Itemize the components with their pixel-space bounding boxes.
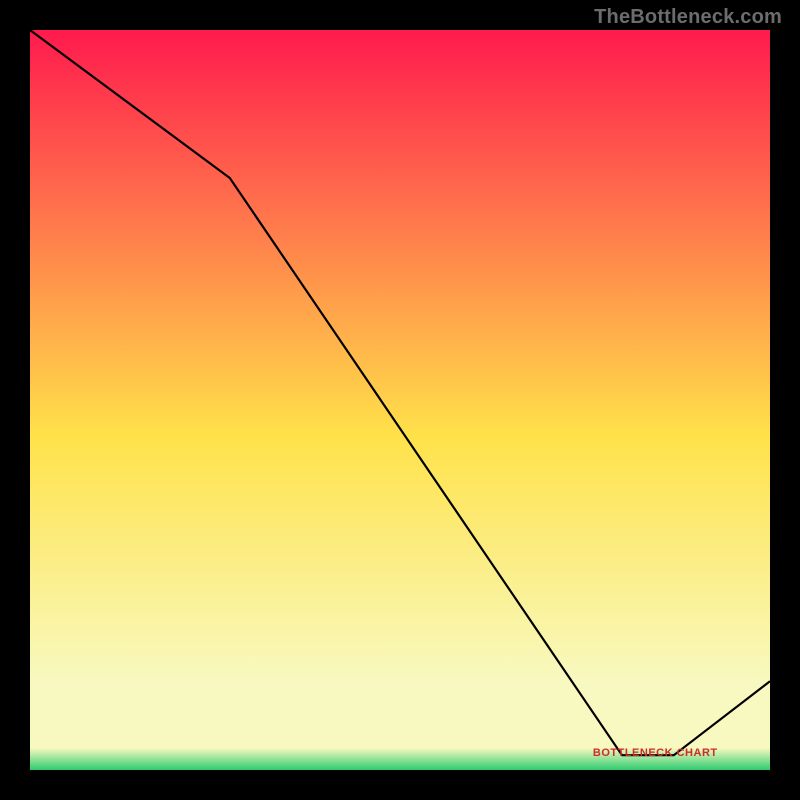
- watermark-label: BOTTLENECK CHART: [593, 747, 718, 759]
- gradient-background: [30, 30, 770, 770]
- plot-area: BOTTLENECK CHART: [30, 30, 770, 770]
- chart-root: TheBottleneck.com BOTTLENECK CHART: [0, 0, 800, 800]
- attribution-text: TheBottleneck.com: [594, 6, 782, 29]
- chart-svg: [30, 30, 770, 770]
